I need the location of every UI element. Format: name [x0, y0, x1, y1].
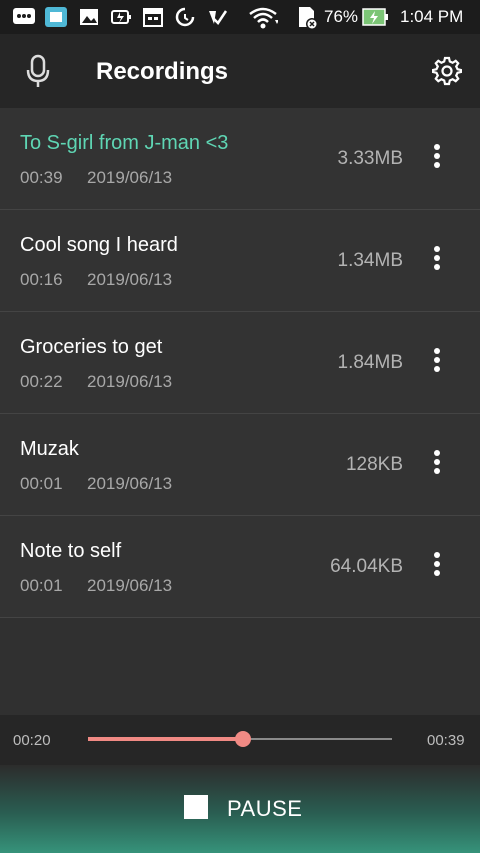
recording-size: 64.04KB [330, 556, 403, 577]
recording-title: Groceries to get [20, 336, 163, 358]
settings-gear-icon[interactable] [432, 56, 462, 86]
check-icon [209, 10, 228, 25]
recording-date: 2019/06/13 [87, 168, 173, 187]
recording-title: Note to self [20, 540, 122, 562]
seek-progress [88, 737, 244, 741]
recordings-list: To S-girl from J-man <3 00:39 2019/06/13… [0, 108, 480, 618]
recording-date: 2019/06/13 [87, 576, 173, 595]
controls-bar: PAUSE [0, 765, 480, 853]
recording-item[interactable]: To S-girl from J-man <3 00:39 2019/06/13… [0, 108, 480, 210]
more-options-icon[interactable] [426, 450, 448, 478]
total-time: 00:39 [427, 732, 465, 749]
recording-size: 1.84MB [337, 352, 403, 373]
page-title: Recordings [96, 58, 229, 85]
recording-item[interactable]: Muzak 00:01 2019/06/13 128KB [0, 414, 480, 516]
recording-size: 128KB [345, 454, 403, 475]
recording-size: 1.34MB [337, 250, 403, 271]
wifi-icon [249, 7, 278, 29]
recording-date: 2019/06/13 [87, 474, 173, 493]
more-options-icon[interactable] [426, 144, 448, 172]
microphone-icon[interactable] [24, 54, 52, 88]
gallery-icon [80, 9, 98, 25]
recording-size: 3.33MB [337, 148, 403, 169]
recording-duration: 00:22 [20, 372, 63, 391]
playback-bar: 00:20 00:39 [0, 715, 480, 765]
recording-duration: 00:01 [20, 474, 63, 493]
recording-date: 2019/06/13 [87, 372, 173, 391]
recording-item[interactable]: Cool song I heard 00:16 2019/06/13 1.34M… [0, 210, 480, 312]
status-bar: 76% 1:04 PM [0, 0, 480, 34]
stop-square-icon [184, 795, 208, 819]
messages-icon [13, 8, 35, 24]
recording-title: Cool song I heard [20, 234, 178, 256]
more-options-icon[interactable] [426, 246, 448, 274]
recording-duration: 00:39 [20, 168, 63, 187]
no-sim-icon [299, 7, 318, 30]
battery-percentage: 76% [324, 7, 359, 26]
recording-title: Muzak [20, 438, 79, 460]
recording-item[interactable]: Groceries to get 00:22 2019/06/13 1.84MB [0, 312, 480, 414]
clock: 1:04 PM [400, 7, 464, 26]
recording-item[interactable]: Note to self 00:01 2019/06/13 64.04KB [0, 516, 480, 618]
sync-icon [175, 7, 195, 27]
recording-date: 2019/06/13 [87, 270, 173, 289]
battery-saver-icon [111, 10, 131, 24]
app-bar: Recordings [0, 34, 480, 108]
recording-duration: 00:01 [20, 576, 63, 595]
recording-duration: 00:16 [20, 270, 63, 289]
battery-charging-icon [362, 8, 388, 26]
pause-label: PAUSE [227, 796, 303, 821]
recording-title: To S-girl from J-man <3 [20, 132, 229, 154]
more-options-icon[interactable] [426, 348, 448, 376]
elapsed-time: 00:20 [13, 732, 51, 749]
more-options-icon[interactable] [426, 552, 448, 580]
seek-thumb[interactable] [235, 731, 252, 747]
seek-bar[interactable] [88, 731, 392, 747]
calendar-icon [143, 8, 163, 27]
app-icon [45, 7, 67, 27]
